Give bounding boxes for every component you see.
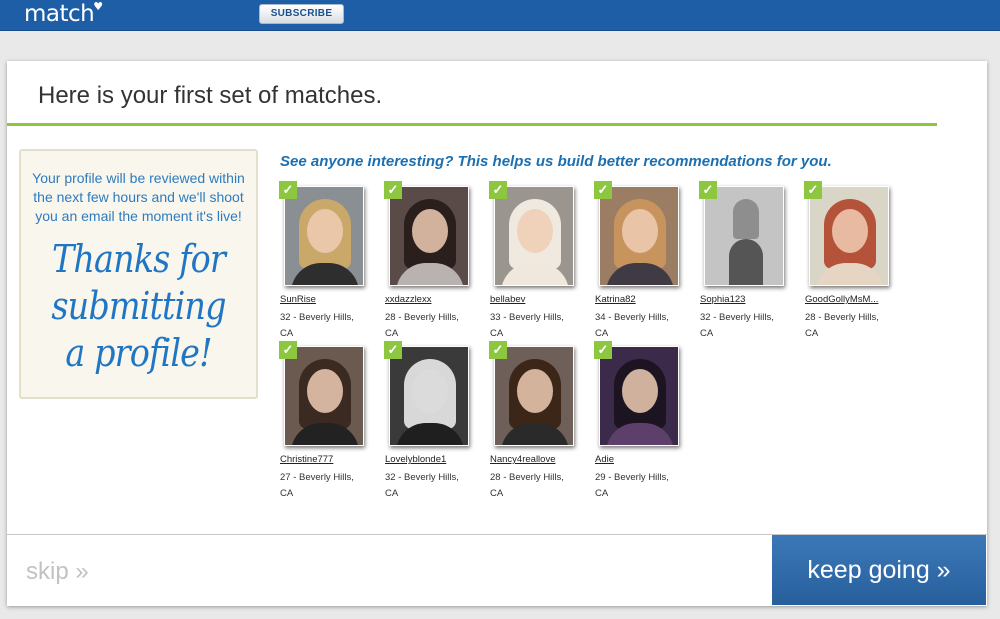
thanks-line-3: a profile! [65,331,212,375]
keep-going-button[interactable]: keep going » [772,535,986,605]
profile-photo[interactable] [599,186,679,286]
checkmark-icon[interactable]: ✓ [384,181,402,199]
match-card[interactable]: ✓ xxdazzlexx 28 - Beverly Hills, CA [384,181,489,341]
match-username[interactable]: Adie [595,454,614,465]
match-username[interactable]: Katrina82 [595,294,636,305]
match-card[interactable]: ✓ bellabev 33 - Beverly Hills, CA [489,181,594,341]
divider-rule [7,123,937,126]
match-details: 28 - Beverly Hills, CA [805,312,879,339]
match-username[interactable]: bellabev [490,294,525,305]
checkmark-icon[interactable]: ✓ [489,181,507,199]
checkmark-icon[interactable]: ✓ [804,181,822,199]
profile-photo[interactable] [494,186,574,286]
match-details: 29 - Beverly Hills, CA [595,472,669,499]
match-username[interactable]: Sophia123 [700,294,745,305]
profile-photo[interactable] [599,346,679,446]
match-details: 32 - Beverly Hills, CA [700,312,774,339]
skip-button[interactable]: skip » [26,558,89,586]
match-card[interactable]: ✓ Sophia123 32 - Beverly Hills, CA [699,181,804,341]
logo-text: match [24,1,95,27]
match-username[interactable]: SunRise [280,294,316,305]
match-card[interactable]: ✓ Christine777 27 - Beverly Hills, CA [279,341,384,501]
checkmark-icon[interactable]: ✓ [279,341,297,359]
match-card[interactable]: ✓ Nancy4reallove 28 - Beverly Hills, CA [489,341,594,501]
match-card[interactable]: ✓ SunRise 32 - Beverly Hills, CA [279,181,384,341]
match-details: 34 - Beverly Hills, CA [595,312,669,339]
match-details: 27 - Beverly Hills, CA [280,472,354,499]
recommendation-prompt: See anyone interesting? This helps us bu… [280,153,832,170]
match-card[interactable]: ✓ Katrina82 34 - Beverly Hills, CA [594,181,699,341]
match-username[interactable]: GoodGollyMsM... [805,294,878,305]
profile-review-notice: Your profile will be reviewed within the… [19,149,258,399]
match-card[interactable]: ✓ Lovelyblonde1 32 - Beverly Hills, CA [384,341,489,501]
page-title: Here is your first set of matches. [38,82,383,109]
match-details: 28 - Beverly Hills, CA [385,312,459,339]
checkmark-icon[interactable]: ✓ [699,181,717,199]
profile-photo[interactable] [389,186,469,286]
top-bar: match♥ SUBSCRIBE [0,0,1000,31]
checkmark-icon[interactable]: ✓ [594,181,612,199]
profile-photo[interactable] [284,346,364,446]
match-username[interactable]: Nancy4reallove [490,454,555,465]
profile-photo[interactable] [389,346,469,446]
match-details: 28 - Beverly Hills, CA [490,472,564,499]
match-username[interactable]: Christine777 [280,454,333,465]
notice-text: Your profile will be reviewed within the… [32,170,245,224]
match-username[interactable]: xxdazzlexx [385,294,431,305]
thanks-line-2: submitting [51,284,226,328]
checkmark-icon[interactable]: ✓ [384,341,402,359]
profile-photo[interactable] [494,346,574,446]
profile-photo[interactable] [704,186,784,286]
subscribe-button[interactable]: SUBSCRIBE [259,4,344,24]
match-logo[interactable]: match♥ [24,0,104,27]
profile-photo[interactable] [809,186,889,286]
match-details: 32 - Beverly Hills, CA [280,312,354,339]
match-username[interactable]: Lovelyblonde1 [385,454,446,465]
match-card[interactable]: ✓ Adie 29 - Beverly Hills, CA [594,341,699,501]
checkmark-icon[interactable]: ✓ [489,341,507,359]
thanks-message: Thanks for submitting a profile! [35,236,242,377]
checkmark-icon[interactable]: ✓ [279,181,297,199]
heart-icon: ♥ [93,0,103,13]
thanks-line-1: Thanks for [51,237,226,281]
match-details: 33 - Beverly Hills, CA [490,312,564,339]
checkmark-icon[interactable]: ✓ [594,341,612,359]
profile-photo[interactable] [284,186,364,286]
match-card[interactable]: ✓ GoodGollyMsM... 28 - Beverly Hills, CA [804,181,909,341]
matches-panel: Here is your first set of matches. Your … [7,61,987,606]
match-details: 32 - Beverly Hills, CA [385,472,459,499]
